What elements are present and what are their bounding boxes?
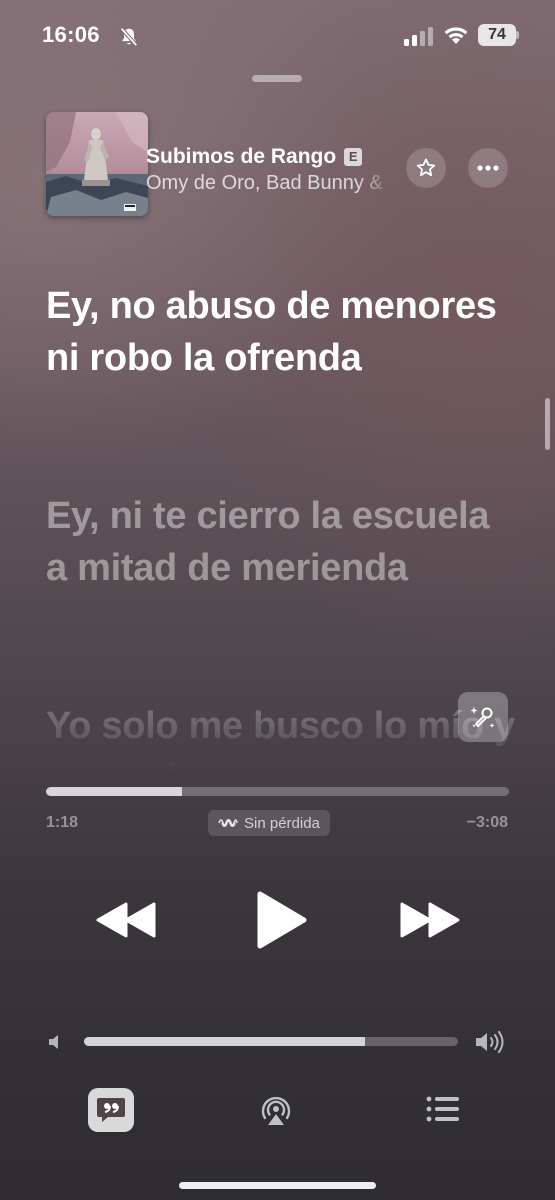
queue-list-icon[interactable]: [426, 1095, 460, 1123]
lyrics-scroll-indicator[interactable]: [545, 398, 550, 450]
track-artist[interactable]: Omy de Oro, Bad Bunny &: [146, 172, 394, 195]
fast-forward-button[interactable]: [400, 898, 460, 942]
play-button[interactable]: [254, 890, 308, 950]
bell-slash-icon: [120, 27, 138, 47]
star-icon: [416, 158, 436, 177]
lossless-badge[interactable]: Sin pérdida: [208, 810, 330, 836]
album-art[interactable]: [46, 112, 148, 216]
status-time: 16:06: [42, 22, 100, 47]
lyric-line-next[interactable]: Ey, ni te cierro la escuela a mitad de m…: [46, 490, 516, 594]
volume-slider-fill: [84, 1037, 365, 1046]
playback-progress-fill: [46, 787, 182, 796]
sing-button[interactable]: [458, 692, 508, 742]
lyrics-button[interactable]: [88, 1088, 134, 1132]
favorite-button[interactable]: [406, 148, 446, 188]
track-title-row[interactable]: Subimos de Rango E: [146, 145, 392, 169]
battery-tip: [516, 31, 519, 39]
elapsed-time: 1:18: [46, 814, 79, 831]
lossless-label: Sin pérdida: [244, 814, 320, 832]
track-title: Subimos de Rango: [146, 145, 337, 168]
signal-icon: [404, 27, 433, 46]
rewind-button[interactable]: [96, 898, 156, 942]
remaining-time: −3:08: [466, 814, 508, 831]
microphone-sparkle-icon: [470, 707, 495, 728]
volume-high-icon: [476, 1031, 504, 1053]
lyrics-quote-icon: [97, 1098, 125, 1122]
explicit-badge: E: [344, 148, 363, 166]
wifi-icon: [444, 27, 468, 44]
lossless-wave-icon: [218, 819, 238, 827]
lyric-line-current[interactable]: Ey, no abuso de menores ni robo la ofren…: [46, 280, 516, 384]
more-options-button[interactable]: [468, 148, 508, 188]
battery-icon: 74: [478, 24, 516, 46]
lyric-line-upcoming[interactable]: Yo solo me busco lo mío y no suelto: [46, 700, 516, 780]
sheet-grabber[interactable]: [252, 75, 302, 82]
airplay-icon[interactable]: [258, 1092, 294, 1128]
playback-progress-bar[interactable]: [46, 787, 509, 796]
home-indicator[interactable]: [179, 1182, 376, 1189]
ellipsis-icon: [477, 165, 499, 171]
volume-low-icon: [49, 1035, 58, 1049]
volume-slider[interactable]: [84, 1037, 458, 1046]
